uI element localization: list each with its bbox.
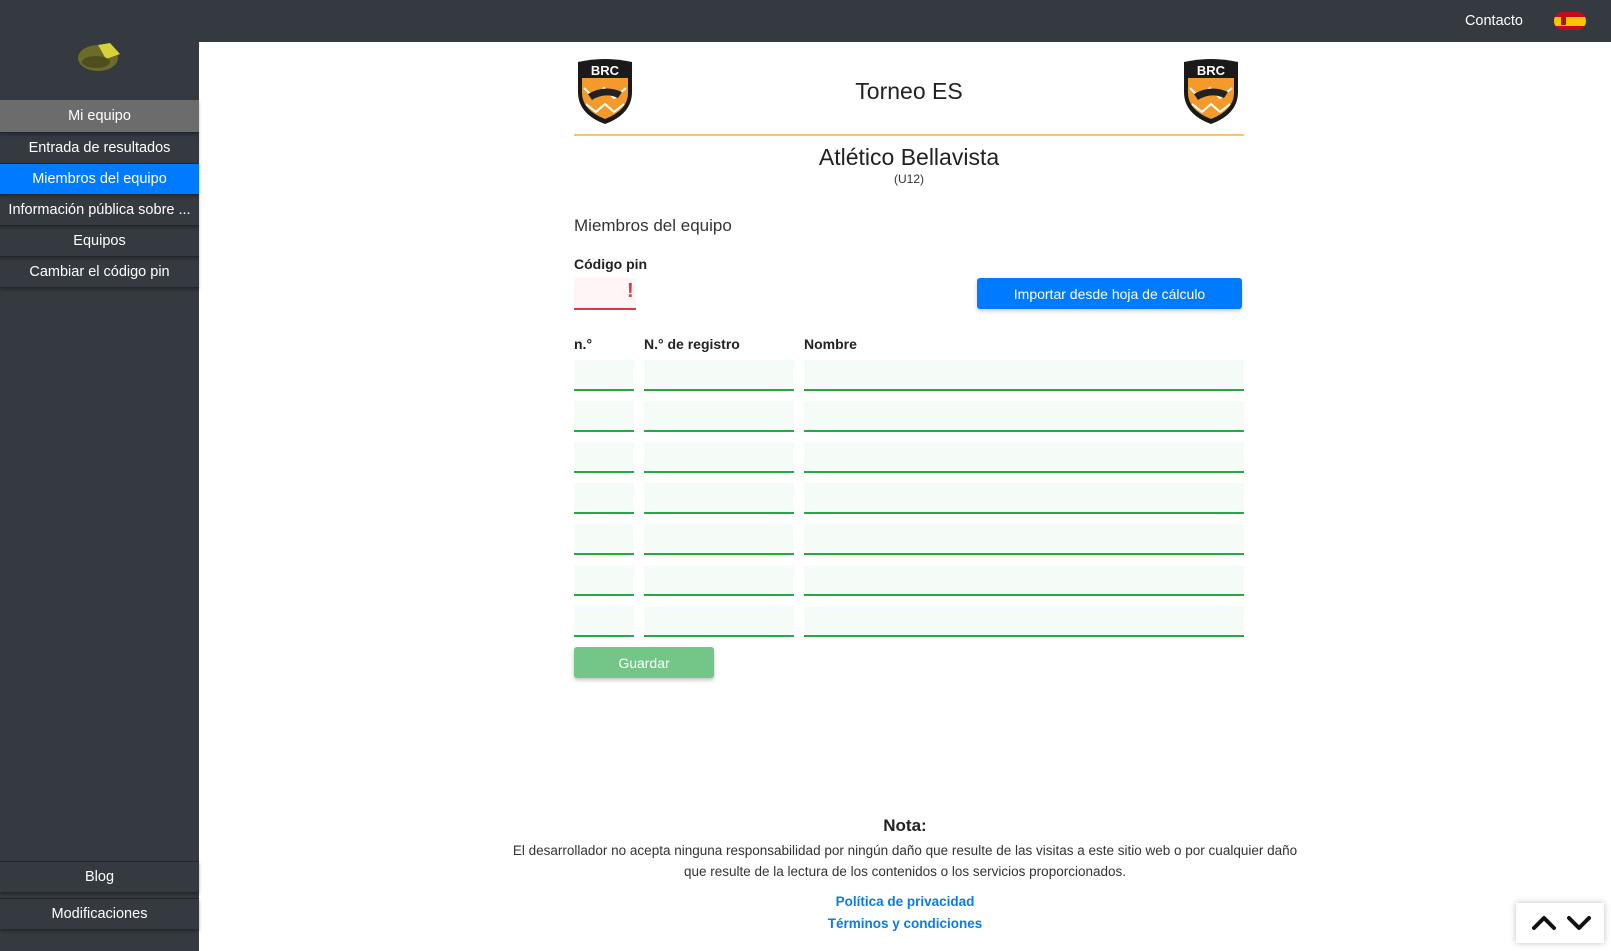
member-registration-input[interactable] (644, 360, 794, 391)
svg-text:BRC: BRC (591, 63, 620, 78)
save-button[interactable]: Guardar (574, 647, 714, 678)
pin-error-icon: ! (627, 280, 634, 302)
member-number-input[interactable] (574, 524, 634, 555)
team-category: (U12) (893, 172, 924, 186)
sidebar-item-miembros[interactable]: Miembros del equipo (0, 164, 199, 195)
note-text: El desarrollador no acepta ninguna respo… (512, 843, 1298, 879)
table-row (574, 606, 1244, 647)
note-title: Nota: (883, 816, 927, 835)
tournament-title: Torneo ES (855, 78, 963, 104)
member-number-input[interactable] (574, 565, 634, 596)
member-number-input[interactable] (574, 360, 634, 391)
member-name-input[interactable] (804, 483, 1244, 514)
contact-link[interactable]: Contacto (1465, 0, 1523, 42)
spain-flag-icon[interactable] (1554, 12, 1586, 30)
member-number-input[interactable] (574, 401, 634, 432)
section-title: Miembros del equipo (574, 216, 732, 235)
member-name-input[interactable] (804, 565, 1244, 596)
sidebar: Mi equipo Entrada de resultados Miembros… (0, 0, 199, 951)
svg-text:BRC: BRC (1197, 63, 1226, 78)
table-row (574, 401, 1244, 442)
table-row (574, 524, 1244, 565)
terms-link[interactable]: Términos y condiciones (199, 913, 1611, 935)
column-header-registro: N.° de registro (644, 336, 740, 352)
pin-label: Código pin (574, 256, 648, 272)
member-name-input[interactable] (804, 442, 1244, 473)
sidebar-item-blog[interactable]: Blog (0, 861, 199, 892)
scroll-controls (1516, 903, 1604, 943)
table-row (574, 360, 1244, 401)
member-name-input[interactable] (804, 606, 1244, 637)
sidebar-item-entrada-resultados[interactable]: Entrada de resultados (0, 133, 199, 164)
member-name-input[interactable] (804, 360, 1244, 391)
footer-links: Política de privacidad Términos y condic… (199, 891, 1611, 935)
members-table (574, 360, 1244, 647)
footer: Nota: El desarrollador no acepta ninguna… (199, 816, 1611, 935)
member-registration-input[interactable] (644, 401, 794, 432)
tournament-header: BRC Torneo ES BRC (574, 56, 1244, 136)
sidebar-item-informacion-publica[interactable]: Información pública sobre ... (0, 195, 199, 226)
table-row (574, 442, 1244, 483)
topbar: Contacto (199, 0, 1611, 42)
import-spreadsheet-button[interactable]: Importar desde hoja de cálculo (977, 278, 1242, 309)
member-name-input[interactable] (804, 401, 1244, 432)
sidebar-bottom-nav: Blog Modificaciones (0, 861, 199, 935)
sidebar-item-cambiar-pin[interactable]: Cambiar el código pin (0, 257, 199, 288)
member-name-input[interactable] (804, 524, 1244, 555)
member-number-input[interactable] (574, 442, 634, 473)
member-registration-input[interactable] (644, 606, 794, 637)
member-registration-input[interactable] (644, 442, 794, 473)
main-content: BRC Torneo ES BRC Atlético Bellavista (U… (574, 56, 1244, 678)
member-number-input[interactable] (574, 483, 634, 514)
scroll-down-icon[interactable] (1566, 911, 1592, 935)
table-row (574, 483, 1244, 524)
sidebar-item-equipos[interactable]: Equipos (0, 226, 199, 257)
member-registration-input[interactable] (644, 565, 794, 596)
scroll-up-icon[interactable] (1531, 911, 1557, 935)
pin-row: ! Importar desde hoja de cálculo (574, 278, 1244, 312)
sidebar-item-mi-equipo[interactable]: Mi equipo (0, 100, 199, 133)
column-header-nombre: Nombre (804, 336, 857, 352)
team-name: Atlético Bellavista (818, 144, 1000, 170)
member-number-input[interactable] (574, 606, 634, 637)
app-logo-icon[interactable] (76, 40, 124, 74)
privacy-policy-link[interactable]: Política de privacidad (199, 891, 1611, 913)
sidebar-item-modificaciones[interactable]: Modificaciones (0, 898, 199, 929)
table-row (574, 565, 1244, 606)
member-registration-input[interactable] (644, 524, 794, 555)
members-table-header: n.° N.° de registro Nombre (574, 334, 1244, 356)
brc-crest-logo-right: BRC (1184, 59, 1238, 124)
member-registration-input[interactable] (644, 483, 794, 514)
sidebar-nav: Mi equipo Entrada de resultados Miembros… (0, 100, 199, 288)
column-header-num: n.° (574, 336, 593, 352)
